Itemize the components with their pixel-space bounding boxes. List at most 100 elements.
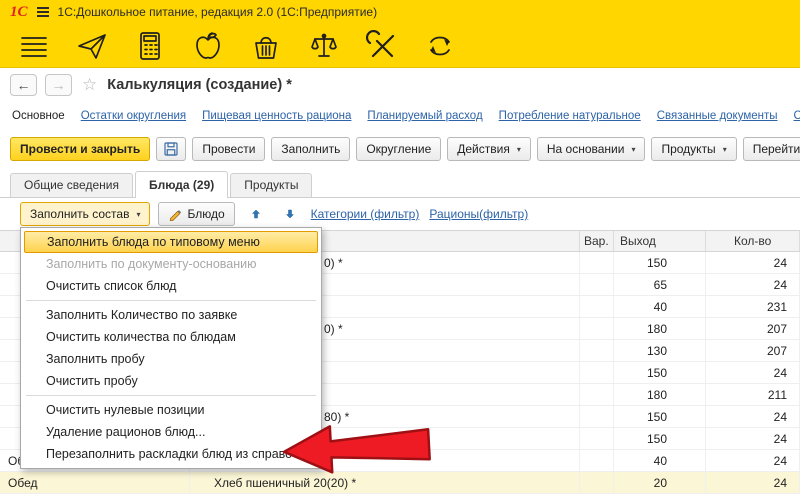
post-and-close-button[interactable]: Провести и закрыть <box>10 137 150 161</box>
cell-var <box>580 362 614 383</box>
section-food-cost[interactable]: Стоимость питания <box>794 110 800 122</box>
menu-item-fill-by-typical-menu[interactable]: Заполнить блюда по типовому меню <box>24 231 318 253</box>
menu-item-refill-layouts-from-catalog[interactable]: Перезаполнить раскладки блюд из справочн… <box>24 443 318 465</box>
tab-general[interactable]: Общие сведения <box>10 173 133 197</box>
favorite-star-icon[interactable]: ☆ <box>82 75 97 95</box>
menu-item-clear-dish-list[interactable]: Очистить список блюд <box>24 275 318 297</box>
post-button[interactable]: Провести <box>192 137 265 161</box>
cell-out: 65 <box>614 274 706 295</box>
section-rounding-remainders[interactable]: Остатки округления <box>81 110 186 122</box>
section-planned-expense[interactable]: Планируемый расход <box>367 110 482 122</box>
cell-var <box>580 384 614 405</box>
cell-qty: 24 <box>706 428 800 449</box>
cell-var <box>580 340 614 361</box>
fill-composition-menu: Заполнить блюда по типовому меню Заполни… <box>20 227 322 469</box>
cell-out: 40 <box>614 296 706 317</box>
cell-qty: 24 <box>706 406 800 427</box>
section-nutrition-value[interactable]: Пищевая ценность рациона <box>202 110 351 122</box>
cell-var <box>580 318 614 339</box>
fill-composition-dropdown[interactable]: Заполнить состав ▾ <box>20 202 150 226</box>
send-icon <box>75 29 109 63</box>
menu-item-clear-sample[interactable]: Очистить пробу <box>24 370 318 392</box>
cell-dish: Хлеб пшеничный 20(20) * <box>190 472 580 493</box>
cell-var <box>580 274 614 295</box>
based-on-label: На основании <box>547 142 625 156</box>
tab-products[interactable]: Продукты <box>230 173 312 197</box>
section-related-documents[interactable]: Связанные документы <box>657 110 778 122</box>
back-button[interactable]: ← <box>10 74 37 96</box>
section-natural-consumption[interactable]: Потребление натуральное <box>499 110 641 122</box>
fill-label: Заполнить <box>281 142 340 156</box>
fill-composition-label: Заполнить состав <box>30 207 129 221</box>
cell-var <box>580 428 614 449</box>
rounding-button[interactable]: Округление <box>356 137 441 161</box>
header-out[interactable]: Выход <box>614 231 706 251</box>
products-dropdown[interactable]: Продукты▾ <box>651 137 736 161</box>
move-up-button[interactable] <box>243 202 269 226</box>
cell-var <box>580 472 614 493</box>
menu-item-clear-quantities[interactable]: Очистить количества по блюдам <box>24 326 318 348</box>
based-on-dropdown[interactable]: На основании ▾ <box>537 137 646 161</box>
cell-out: 20 <box>614 472 706 493</box>
rations-filter-link[interactable]: Рационы(фильтр) <box>429 207 528 221</box>
cell-qty: 24 <box>706 274 800 295</box>
cell-qty: 24 <box>706 450 800 471</box>
header-var[interactable]: Вар. <box>580 231 614 251</box>
table-row[interactable]: Обед Хлеб пшеничный 20(20) * 20 24 <box>0 472 800 494</box>
apple-icon <box>191 29 225 63</box>
service-tools-icon <box>365 29 399 63</box>
cell-var <box>580 406 614 427</box>
menu-item-fill-sample[interactable]: Заполнить пробу <box>24 348 318 370</box>
tab-dishes[interactable]: Блюда (29) <box>135 171 228 198</box>
goto-label: Перейти <box>753 142 800 156</box>
cell-qty: 231 <box>706 296 800 317</box>
scales-icon <box>307 29 341 63</box>
filters: Категории (фильтр) Рационы(фильтр) <box>311 207 529 221</box>
cell-var <box>580 450 614 471</box>
cell-qty: 24 <box>706 252 800 273</box>
save-button[interactable] <box>156 137 186 161</box>
products-label: Продукты <box>661 142 715 156</box>
cell-qty: 24 <box>706 472 800 493</box>
titlebar-menu-icon[interactable] <box>37 7 49 17</box>
cell-var <box>580 252 614 273</box>
cell-qty: 24 <box>706 362 800 383</box>
dish-button[interactable]: Блюдо <box>158 202 234 226</box>
categories-filter-link[interactable]: Категории (фильтр) <box>311 207 420 221</box>
page-tabs: Общие сведения Блюда (29) Продукты <box>0 168 800 198</box>
store-button[interactable] <box>244 27 288 65</box>
data-sync-button[interactable] <box>418 27 462 65</box>
menu-separator <box>26 395 316 396</box>
cell-out: 40 <box>614 450 706 471</box>
chevron-down-icon: ▾ <box>631 145 635 154</box>
move-down-button[interactable] <box>277 202 303 226</box>
menu-item-clear-zero-positions[interactable]: Очистить нулевые позиции <box>24 399 318 421</box>
cell-out: 180 <box>614 384 706 405</box>
cell-out: 150 <box>614 428 706 449</box>
actions-dropdown[interactable]: Действия▾ <box>447 137 531 161</box>
service-tools-button[interactable] <box>360 27 404 65</box>
menu-item-fill-quantity-by-request[interactable]: Заполнить Количество по заявке <box>24 304 318 326</box>
red-annotation-arrow <box>280 417 435 479</box>
arrow-down-icon <box>284 205 296 223</box>
send-button[interactable] <box>70 27 114 65</box>
cell-ration: Обед <box>0 472 190 493</box>
calculator-button[interactable] <box>128 27 172 65</box>
arrow-up-icon <box>250 205 262 223</box>
rounding-label: Округление <box>366 142 431 156</box>
scales-button[interactable] <box>302 27 346 65</box>
cell-var <box>580 296 614 317</box>
fill-button[interactable]: Заполнить <box>271 137 350 161</box>
menu-item-delete-dish-rations[interactable]: Удаление рационов блюд... <box>24 421 318 443</box>
main-menu-button[interactable] <box>12 27 56 65</box>
cell-qty: 207 <box>706 318 800 339</box>
cell-out: 130 <box>614 340 706 361</box>
forward-button[interactable]: → <box>45 74 72 96</box>
window-title: 1С:Дошкольное питание, редакция 2.0 (1С:… <box>58 5 378 19</box>
floppy-save-icon <box>162 140 180 158</box>
chevron-down-icon: ▾ <box>517 145 521 154</box>
header-qty[interactable]: Кол-во <box>706 231 800 251</box>
apple-button[interactable] <box>186 27 230 65</box>
goto-dropdown[interactable]: Перейти▾ <box>743 137 800 161</box>
section-main[interactable]: Основное <box>12 110 65 122</box>
